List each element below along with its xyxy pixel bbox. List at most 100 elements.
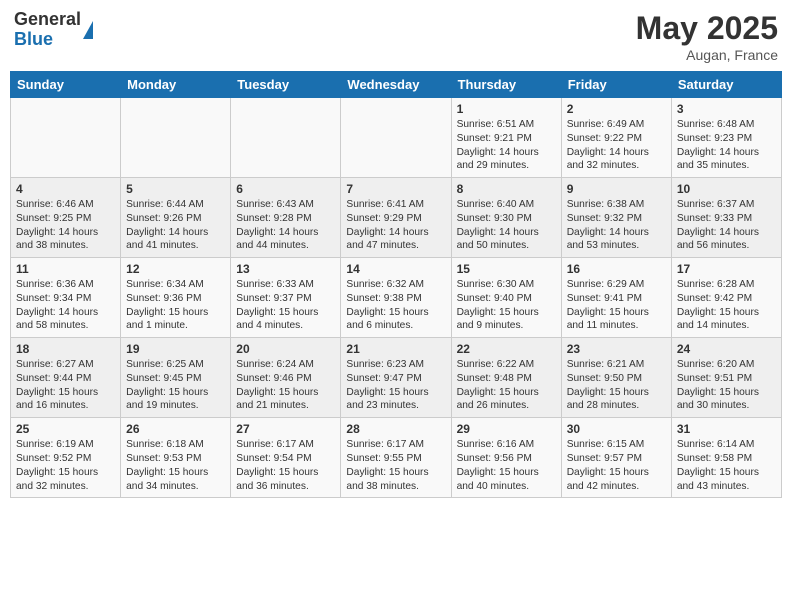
calendar-cell: 10 Sunrise: 6:37 AM Sunset: 9:33 PM Dayli…: [671, 178, 781, 258]
calendar-cell: 30Sunrise: 6:15 AM Sunset: 9:57 PM Dayli…: [561, 418, 671, 498]
day-number: 10: [677, 182, 776, 196]
calendar-cell: 17Sunrise: 6:28 AM Sunset: 9:42 PM Dayli…: [671, 258, 781, 338]
cell-content: Sunrise: 6:40 AM Sunset: 9:30 PM Dayligh…: [457, 198, 556, 253]
day-number: 31: [677, 422, 776, 436]
calendar-week-row: 4 Sunrise: 6:46 AM Sunset: 9:25 PM Daylig…: [11, 178, 782, 258]
calendar-cell: 16 Sunrise: 6:29 AM Sunset: 9:41 PM Dayli…: [561, 258, 671, 338]
day-number: 20: [236, 342, 335, 356]
day-header-monday: Monday: [121, 72, 231, 98]
day-number: 30: [567, 422, 666, 436]
day-number: 21: [346, 342, 445, 356]
calendar-table: SundayMondayTuesdayWednesdayThursdayFrid…: [10, 71, 782, 498]
cell-content: Sunrise: 6:33 AM Sunset: 9:37 PM Dayligh…: [236, 278, 335, 333]
cell-content: Sunrise: 6:43 AM Sunset: 9:28 PM Dayligh…: [236, 198, 335, 253]
calendar-week-row: 25 Sunrise: 6:19 AM Sunset: 9:52 PM Dayli…: [11, 418, 782, 498]
cell-content: Sunrise: 6:22 AM Sunset: 9:48 PM Dayligh…: [457, 358, 556, 413]
calendar-cell: [11, 98, 121, 178]
day-number: 25: [16, 422, 115, 436]
calendar-cell: 31 Sunrise: 6:14 AM Sunset: 9:58 PM Dayli…: [671, 418, 781, 498]
calendar-cell: 14 Sunrise: 6:32 AM Sunset: 9:38 PM Dayli…: [341, 258, 451, 338]
day-number: 13: [236, 262, 335, 276]
calendar-cell: 9Sunrise: 6:38 AM Sunset: 9:32 PM Daylig…: [561, 178, 671, 258]
logo: General Blue: [14, 10, 93, 50]
cell-content: Sunrise: 6:34 AM Sunset: 9:36 PM Dayligh…: [126, 278, 225, 333]
cell-content: Sunrise: 6:23 AM Sunset: 9:47 PM Dayligh…: [346, 358, 445, 413]
day-header-sunday: Sunday: [11, 72, 121, 98]
day-number: 22: [457, 342, 556, 356]
page-header: General Blue May 2025 Augan, France: [10, 10, 782, 63]
calendar-cell: 8 Sunrise: 6:40 AM Sunset: 9:30 PM Daylig…: [451, 178, 561, 258]
day-number: 2: [567, 102, 666, 116]
day-header-wednesday: Wednesday: [341, 72, 451, 98]
calendar-cell: 22 Sunrise: 6:22 AM Sunset: 9:48 PM Dayli…: [451, 338, 561, 418]
day-number: 14: [346, 262, 445, 276]
calendar-cell: 13 Sunrise: 6:33 AM Sunset: 9:37 PM Dayli…: [231, 258, 341, 338]
calendar-cell: 19 Sunrise: 6:25 AM Sunset: 9:45 PM Dayli…: [121, 338, 231, 418]
cell-content: Sunrise: 6:37 AM Sunset: 9:33 PM Dayligh…: [677, 198, 776, 253]
day-number: 8: [457, 182, 556, 196]
cell-content: Sunrise: 6:38 AM Sunset: 9:32 PM Dayligh…: [567, 198, 666, 253]
cell-content: Sunrise: 6:28 AM Sunset: 9:42 PM Dayligh…: [677, 278, 776, 333]
day-number: 19: [126, 342, 225, 356]
cell-content: Sunrise: 6:27 AM Sunset: 9:44 PM Dayligh…: [16, 358, 115, 413]
title-block: May 2025 Augan, France: [636, 10, 778, 63]
calendar-cell: 6 Sunrise: 6:43 AM Sunset: 9:28 PM Daylig…: [231, 178, 341, 258]
calendar-cell: 2 Sunrise: 6:49 AM Sunset: 9:22 PM Daylig…: [561, 98, 671, 178]
calendar-cell: 1Sunrise: 6:51 AM Sunset: 9:21 PM Daylig…: [451, 98, 561, 178]
calendar-cell: [121, 98, 231, 178]
calendar-week-row: 11Sunrise: 6:36 AM Sunset: 9:34 PM Dayli…: [11, 258, 782, 338]
calendar-cell: 21 Sunrise: 6:23 AM Sunset: 9:47 PM Dayli…: [341, 338, 451, 418]
calendar-cell: 26 Sunrise: 6:18 AM Sunset: 9:53 PM Dayli…: [121, 418, 231, 498]
cell-content: Sunrise: 6:32 AM Sunset: 9:38 PM Dayligh…: [346, 278, 445, 333]
logo-triangle-icon: [83, 21, 93, 39]
month-title: May 2025: [636, 10, 778, 47]
calendar-cell: 4 Sunrise: 6:46 AM Sunset: 9:25 PM Daylig…: [11, 178, 121, 258]
logo-general-text: General: [14, 10, 81, 30]
cell-content: Sunrise: 6:24 AM Sunset: 9:46 PM Dayligh…: [236, 358, 335, 413]
day-number: 23: [567, 342, 666, 356]
calendar-cell: 29Sunrise: 6:16 AM Sunset: 9:56 PM Dayli…: [451, 418, 561, 498]
cell-content: Sunrise: 6:46 AM Sunset: 9:25 PM Dayligh…: [16, 198, 115, 253]
day-number: 15: [457, 262, 556, 276]
day-number: 16: [567, 262, 666, 276]
day-number: 7: [346, 182, 445, 196]
calendar-cell: 25 Sunrise: 6:19 AM Sunset: 9:52 PM Dayli…: [11, 418, 121, 498]
cell-content: Sunrise: 6:18 AM Sunset: 9:53 PM Dayligh…: [126, 438, 225, 493]
cell-content: Sunrise: 6:14 AM Sunset: 9:58 PM Dayligh…: [677, 438, 776, 493]
calendar-week-row: 18 Sunrise: 6:27 AM Sunset: 9:44 PM Dayli…: [11, 338, 782, 418]
day-number: 18: [16, 342, 115, 356]
day-header-saturday: Saturday: [671, 72, 781, 98]
day-number: 27: [236, 422, 335, 436]
calendar-cell: 24Sunrise: 6:20 AM Sunset: 9:51 PM Dayli…: [671, 338, 781, 418]
calendar-cell: 5 Sunrise: 6:44 AM Sunset: 9:26 PM Daylig…: [121, 178, 231, 258]
day-number: 3: [677, 102, 776, 116]
cell-content: Sunrise: 6:36 AM Sunset: 9:34 PM Dayligh…: [16, 278, 115, 333]
calendar-week-row: 1Sunrise: 6:51 AM Sunset: 9:21 PM Daylig…: [11, 98, 782, 178]
day-number: 5: [126, 182, 225, 196]
cell-content: Sunrise: 6:17 AM Sunset: 9:55 PM Dayligh…: [346, 438, 445, 493]
cell-content: Sunrise: 6:21 AM Sunset: 9:50 PM Dayligh…: [567, 358, 666, 413]
cell-content: Sunrise: 6:19 AM Sunset: 9:52 PM Dayligh…: [16, 438, 115, 493]
day-number: 4: [16, 182, 115, 196]
cell-content: Sunrise: 6:30 AM Sunset: 9:40 PM Dayligh…: [457, 278, 556, 333]
day-number: 6: [236, 182, 335, 196]
cell-content: Sunrise: 6:44 AM Sunset: 9:26 PM Dayligh…: [126, 198, 225, 253]
cell-content: Sunrise: 6:48 AM Sunset: 9:23 PM Dayligh…: [677, 118, 776, 173]
calendar-cell: [231, 98, 341, 178]
day-number: 26: [126, 422, 225, 436]
cell-content: Sunrise: 6:25 AM Sunset: 9:45 PM Dayligh…: [126, 358, 225, 413]
cell-content: Sunrise: 6:16 AM Sunset: 9:56 PM Dayligh…: [457, 438, 556, 493]
calendar-cell: 15 Sunrise: 6:30 AM Sunset: 9:40 PM Dayli…: [451, 258, 561, 338]
calendar-cell: 18 Sunrise: 6:27 AM Sunset: 9:44 PM Dayli…: [11, 338, 121, 418]
day-header-thursday: Thursday: [451, 72, 561, 98]
calendar-cell: 28Sunrise: 6:17 AM Sunset: 9:55 PM Dayli…: [341, 418, 451, 498]
calendar-header-row: SundayMondayTuesdayWednesdayThursdayFrid…: [11, 72, 782, 98]
calendar-cell: 27Sunrise: 6:17 AM Sunset: 9:54 PM Dayli…: [231, 418, 341, 498]
day-number: 24: [677, 342, 776, 356]
day-number: 12: [126, 262, 225, 276]
cell-content: Sunrise: 6:29 AM Sunset: 9:41 PM Dayligh…: [567, 278, 666, 333]
cell-content: Sunrise: 6:49 AM Sunset: 9:22 PM Dayligh…: [567, 118, 666, 173]
location-text: Augan, France: [636, 47, 778, 63]
calendar-cell: 3 Sunrise: 6:48 AM Sunset: 9:23 PM Daylig…: [671, 98, 781, 178]
calendar-cell: 23 Sunrise: 6:21 AM Sunset: 9:50 PM Dayli…: [561, 338, 671, 418]
